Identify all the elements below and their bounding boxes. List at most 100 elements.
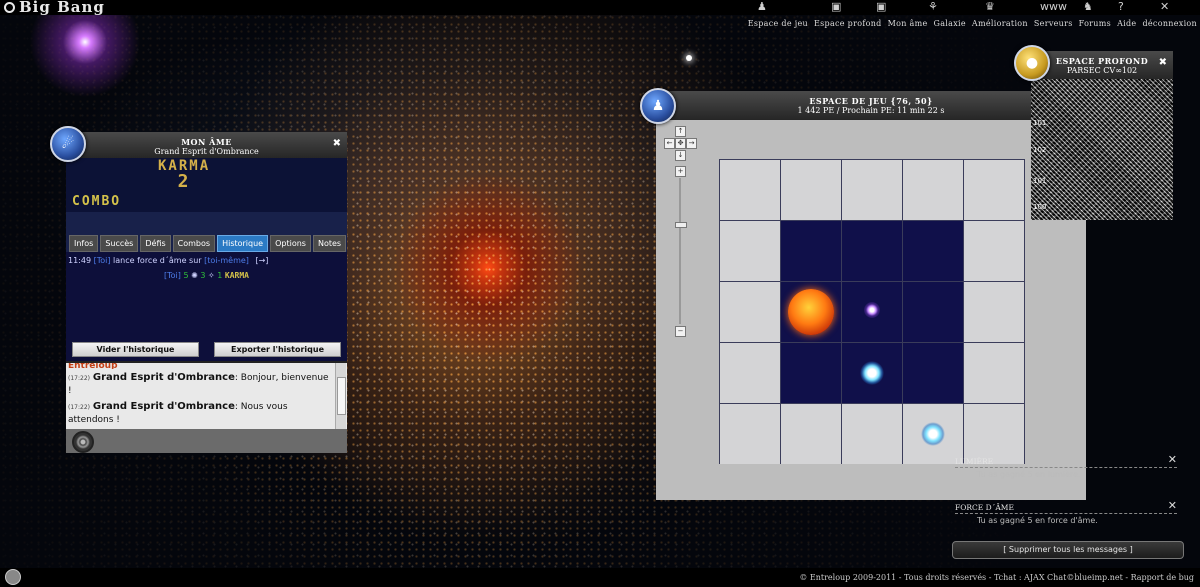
history-arrow[interactable]: [→] bbox=[255, 256, 268, 265]
tab-historique[interactable]: Historique bbox=[217, 235, 269, 252]
grid-cell[interactable] bbox=[964, 221, 1024, 281]
close-icon[interactable]: ✖ bbox=[333, 138, 341, 149]
tab-succes[interactable]: Succès bbox=[100, 235, 139, 252]
pan-right-icon[interactable]: → bbox=[686, 138, 697, 149]
chat-scroll-thumb[interactable] bbox=[337, 377, 346, 415]
grid-cell[interactable] bbox=[781, 221, 841, 281]
nav-amelioration[interactable]: Amélioration bbox=[972, 19, 1028, 28]
logout-icon[interactable]: ✕ bbox=[1160, 1, 1169, 12]
grid-cell[interactable] bbox=[842, 282, 902, 342]
notification: Force d´âme Tu as gagné 5 en force d'âme… bbox=[955, 499, 1177, 525]
deep-space-icon[interactable]: ▣ bbox=[831, 1, 841, 12]
tab-infos[interactable]: Infos bbox=[69, 235, 99, 252]
spiral-icon[interactable] bbox=[72, 431, 94, 453]
grid-cell[interactable] bbox=[781, 404, 841, 464]
footer-text: © Entreloup 2009-2011 - Tous droits rése… bbox=[799, 573, 1194, 582]
grid-cell[interactable] bbox=[842, 221, 902, 281]
close-icon[interactable]: ✕ bbox=[1168, 499, 1177, 512]
nav-galaxie[interactable]: Galaxie bbox=[934, 19, 966, 28]
nebula-object[interactable] bbox=[864, 302, 880, 318]
grid-cell[interactable] bbox=[720, 160, 780, 220]
chat-cut-name: Entreloup bbox=[68, 363, 118, 369]
grid-cell[interactable] bbox=[903, 221, 963, 281]
clear-messages-button[interactable]: [ Supprimer tous les messages ] bbox=[952, 541, 1184, 559]
grid-cell[interactable] bbox=[720, 404, 780, 464]
nav-aide[interactable]: Aide bbox=[1117, 19, 1136, 28]
history-value-a: 5 bbox=[183, 271, 189, 280]
forum-icon[interactable]: ♞ bbox=[1083, 1, 1093, 12]
nav-serveurs[interactable]: Serveurs bbox=[1034, 19, 1073, 28]
skull-icon[interactable] bbox=[5, 569, 21, 585]
export-history-button[interactable]: Exporter l'historique bbox=[214, 342, 341, 357]
mon-ame-header[interactable]: Mon âme Grand Esprit d'Ombrance ✖ bbox=[66, 132, 347, 158]
history-value-c: 1 bbox=[217, 271, 223, 280]
grid-cell[interactable] bbox=[903, 160, 963, 220]
history-line2-actor: [Toi] bbox=[164, 271, 181, 280]
history-time: 11:49 bbox=[68, 256, 92, 265]
history-buttons: Vider l'historique Exporter l'historique bbox=[66, 342, 347, 361]
game-grid bbox=[719, 159, 1025, 464]
deep-space-badge-icon: ● bbox=[1014, 45, 1050, 81]
grid-cell[interactable] bbox=[720, 282, 780, 342]
chat-author[interactable]: Grand Esprit d'Ombrance bbox=[93, 401, 235, 412]
grid-cell[interactable] bbox=[781, 343, 841, 403]
joystick-icon[interactable]: ♟ bbox=[757, 1, 767, 12]
pan-left-icon[interactable]: ← bbox=[664, 138, 675, 149]
grid-cell[interactable] bbox=[964, 282, 1024, 342]
pan-down-icon[interactable]: ↓ bbox=[675, 150, 686, 161]
tab-notes[interactable]: Notes bbox=[312, 235, 347, 252]
help-icon[interactable]: ? bbox=[1118, 1, 1124, 12]
upgrade-icon[interactable]: ♛ bbox=[985, 1, 995, 12]
jeu-header[interactable]: Espace de jeu {76, 50} 1 442 PE / Procha… bbox=[656, 91, 1086, 120]
nav-forums[interactable]: Forums bbox=[1079, 19, 1111, 28]
pan-center-icon[interactable]: ✥ bbox=[675, 138, 686, 149]
close-icon[interactable]: ✖ bbox=[1159, 57, 1167, 68]
nav-deconnexion[interactable]: déconnexion bbox=[1142, 19, 1197, 28]
joystick-badge-icon: ♟ bbox=[640, 88, 676, 124]
deep-space-map[interactable]: 101 102 101 100 bbox=[1031, 79, 1173, 220]
zoom-in-icon[interactable]: + bbox=[675, 166, 686, 177]
tab-combos[interactable]: Combos bbox=[172, 235, 216, 252]
blue-star-object[interactable] bbox=[921, 422, 945, 446]
nav-espace-profond[interactable]: Espace profond bbox=[814, 19, 882, 28]
nav-espace-de-jeu[interactable]: Espace de jeu bbox=[748, 19, 808, 28]
grid-cell[interactable] bbox=[903, 282, 963, 342]
parsec-label: 101 bbox=[1033, 177, 1047, 185]
main-nav: Espace de jeu Espace profond Mon âme Gal… bbox=[748, 19, 1197, 28]
profond-subtitle: Parsec CV∞102 bbox=[1066, 66, 1138, 75]
zoom-slider[interactable] bbox=[679, 178, 681, 324]
grid-cell[interactable] bbox=[781, 282, 841, 342]
zoom-out-icon[interactable]: − bbox=[675, 326, 686, 337]
grid-cell[interactable] bbox=[720, 221, 780, 281]
grid-cell[interactable] bbox=[720, 343, 780, 403]
parsec-label: 102 bbox=[1033, 146, 1047, 154]
history-target: [toi-même] bbox=[204, 256, 249, 265]
grid-cell[interactable] bbox=[842, 160, 902, 220]
chat-scrollbar[interactable] bbox=[335, 363, 346, 429]
grid-cell[interactable] bbox=[781, 160, 841, 220]
chat-author[interactable]: Grand Esprit d'Ombrance bbox=[93, 372, 235, 383]
nav-mon-ame[interactable]: Mon âme bbox=[888, 19, 928, 28]
servers-icon[interactable]: www bbox=[1040, 1, 1067, 12]
blue-star-object[interactable] bbox=[860, 361, 884, 385]
footer: © Entreloup 2009-2011 - Tous droits rése… bbox=[0, 568, 1200, 587]
zoom-slider-thumb[interactable] bbox=[675, 222, 687, 228]
profond-title: Espace profond bbox=[1055, 56, 1149, 66]
espace-profond-window: Espace profond Parsec CV∞102 ✖ 101 102 1… bbox=[1031, 51, 1173, 220]
grid-cell[interactable] bbox=[964, 343, 1024, 403]
soul-icon[interactable]: ▣ bbox=[876, 1, 886, 12]
grid-cell[interactable] bbox=[842, 404, 902, 464]
tab-defis[interactable]: Défis bbox=[140, 235, 171, 252]
galaxy-icon[interactable]: ⚘ bbox=[928, 1, 938, 12]
grid-cell[interactable] bbox=[903, 404, 963, 464]
tab-options[interactable]: Options bbox=[270, 235, 311, 252]
close-icon[interactable]: ✕ bbox=[1168, 453, 1177, 466]
pan-up-icon[interactable]: ↑ bbox=[675, 126, 686, 137]
grid-cell[interactable] bbox=[964, 404, 1024, 464]
red-star-object[interactable] bbox=[788, 289, 834, 335]
grid-cell[interactable] bbox=[903, 343, 963, 403]
profond-header[interactable]: Espace profond Parsec CV∞102 ✖ bbox=[1031, 51, 1173, 79]
clear-history-button[interactable]: Vider l'historique bbox=[72, 342, 199, 357]
grid-cell[interactable] bbox=[842, 343, 902, 403]
grid-cell[interactable] bbox=[964, 160, 1024, 220]
